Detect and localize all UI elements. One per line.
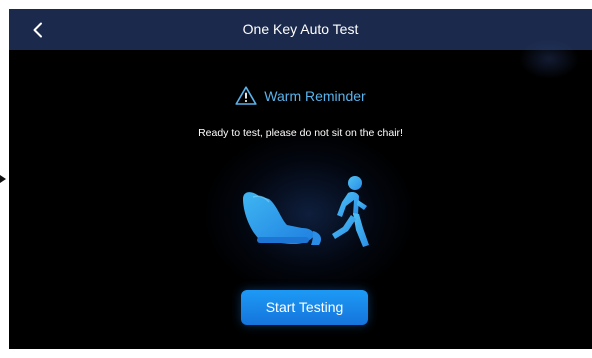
warning-triangle-icon: [235, 86, 257, 105]
start-testing-button[interactable]: Start Testing: [241, 290, 368, 325]
illustration: [243, 176, 369, 247]
instruction-text: Ready to test, please do not sit on the …: [198, 127, 403, 139]
chevron-left-icon: [33, 22, 42, 38]
app-screen: One Key Auto Test Warm Reminder Ready to…: [9, 9, 592, 349]
top-bar: One Key Auto Test: [9, 9, 592, 50]
warm-reminder: Warm Reminder: [9, 86, 592, 105]
walking-person-icon: [332, 176, 369, 247]
reminder-title: Warm Reminder: [264, 87, 366, 104]
page-title: One Key Auto Test: [242, 21, 359, 37]
back-button[interactable]: [23, 15, 53, 45]
massage-chair-icon: [243, 192, 321, 245]
left-edge-arrow-icon: [0, 175, 6, 183]
